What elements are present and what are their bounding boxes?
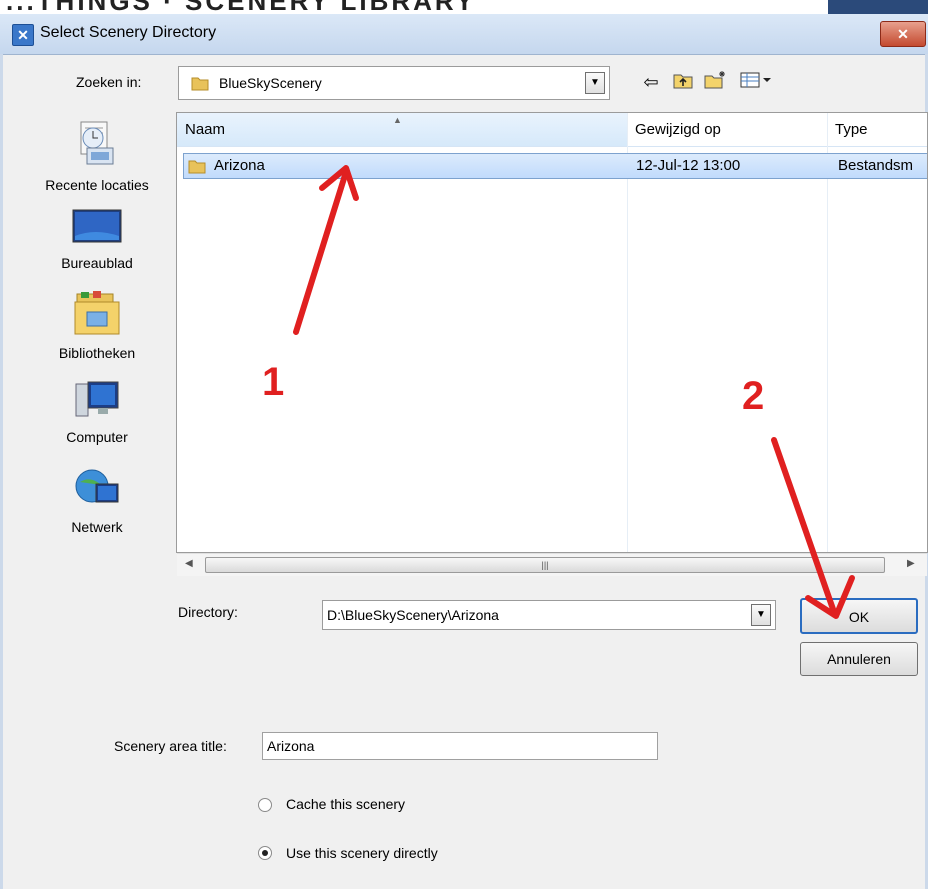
background-window-text: ...THINGS · SCENERY LIBRARY [6,0,476,14]
libraries-icon [74,291,120,335]
folder-icon [188,160,206,174]
column-divider [827,113,828,552]
chevron-down-icon[interactable]: ▼ [585,72,605,94]
place-label: Bibliotheken [58,345,136,361]
close-button[interactable]: ✕ [880,21,926,47]
column-divider [627,113,628,552]
column-header-type[interactable]: Type [827,113,927,147]
place-label: Bureaublad [61,255,133,271]
app-icon: ✕ [12,24,34,46]
place-computer[interactable]: Computer [22,380,172,445]
lookin-value: BlueSkyScenery [219,75,322,91]
dialog-title: Select Scenery Directory [40,24,217,41]
place-libraries[interactable]: Bibliotheken [22,290,172,361]
scenery-title-label: Scenery area title: [114,738,227,754]
lookin-label: Zoeken in: [76,74,142,90]
annotation-step-1: 1 [262,360,285,404]
scenery-title-value: Arizona [267,738,315,754]
place-label: Computer [66,429,128,445]
background-window-dark-area [828,0,928,14]
ok-button[interactable]: OK [800,598,918,634]
use-scenery-directly-radio[interactable] [258,846,272,860]
column-header-name[interactable]: Naam ▲ [177,113,627,147]
recent-places-icon [80,121,114,165]
place-label: Recente locaties [45,177,149,193]
scroll-right-icon[interactable]: ▶ [907,558,915,569]
file-row-arizona[interactable]: Arizona 12-Jul-12 13:00 Bestandsm [183,153,927,179]
place-label: Netwerk [71,519,123,535]
file-modified: 12-Jul-12 13:00 [636,157,741,174]
place-desktop[interactable]: Bureaublad [22,208,172,271]
scrollbar-thumb[interactable]: ||| [205,557,885,573]
cache-scenery-label[interactable]: Cache this scenery [286,796,405,812]
computer-icon [75,381,119,417]
directory-value: D:\BlueSkyScenery\Arizona [327,607,499,623]
place-network[interactable]: Netwerk [22,466,172,535]
cache-scenery-radio[interactable] [258,798,272,812]
network-icon [75,469,119,503]
directory-label: Directory: [178,604,238,620]
use-scenery-directly-label[interactable]: Use this scenery directly [286,845,438,861]
desktop-icon [72,209,122,243]
view-menu-icon[interactable] [736,70,776,94]
column-header-modified[interactable]: Gewijzigd op [627,113,827,147]
place-recent[interactable]: Recente locaties [22,118,172,193]
file-list[interactable]: Naam ▲ Gewijzigd op Type Arizona 12-Jul-… [176,112,928,553]
window-left-border [0,54,3,889]
horizontal-scrollbar[interactable]: ◀ ||| ▶ [177,553,927,576]
sort-arrow-icon: ▲ [393,115,402,125]
file-type: Bestandsm [838,157,914,174]
annotation-step-2: 2 [742,374,765,418]
cancel-button[interactable]: Annuleren [800,642,918,676]
new-folder-icon[interactable] [702,70,728,94]
dialog-titlebar[interactable]: ✕ Select Scenery Directory ✕ [0,14,928,55]
file-name: Arizona [214,157,265,174]
background-window-strip: ...THINGS · SCENERY LIBRARY [0,0,928,14]
up-folder-icon[interactable] [670,70,696,94]
chevron-down-icon[interactable]: ▼ [751,604,771,626]
lookin-dropdown[interactable]: BlueSkyScenery ▼ [178,66,610,100]
back-icon[interactable]: ⇦ [638,70,664,94]
scroll-left-icon[interactable]: ◀ [185,558,193,569]
scenery-title-input[interactable]: Arizona [262,732,658,760]
folder-icon [191,77,209,91]
directory-dropdown[interactable]: D:\BlueSkyScenery\Arizona ▼ [322,600,776,630]
